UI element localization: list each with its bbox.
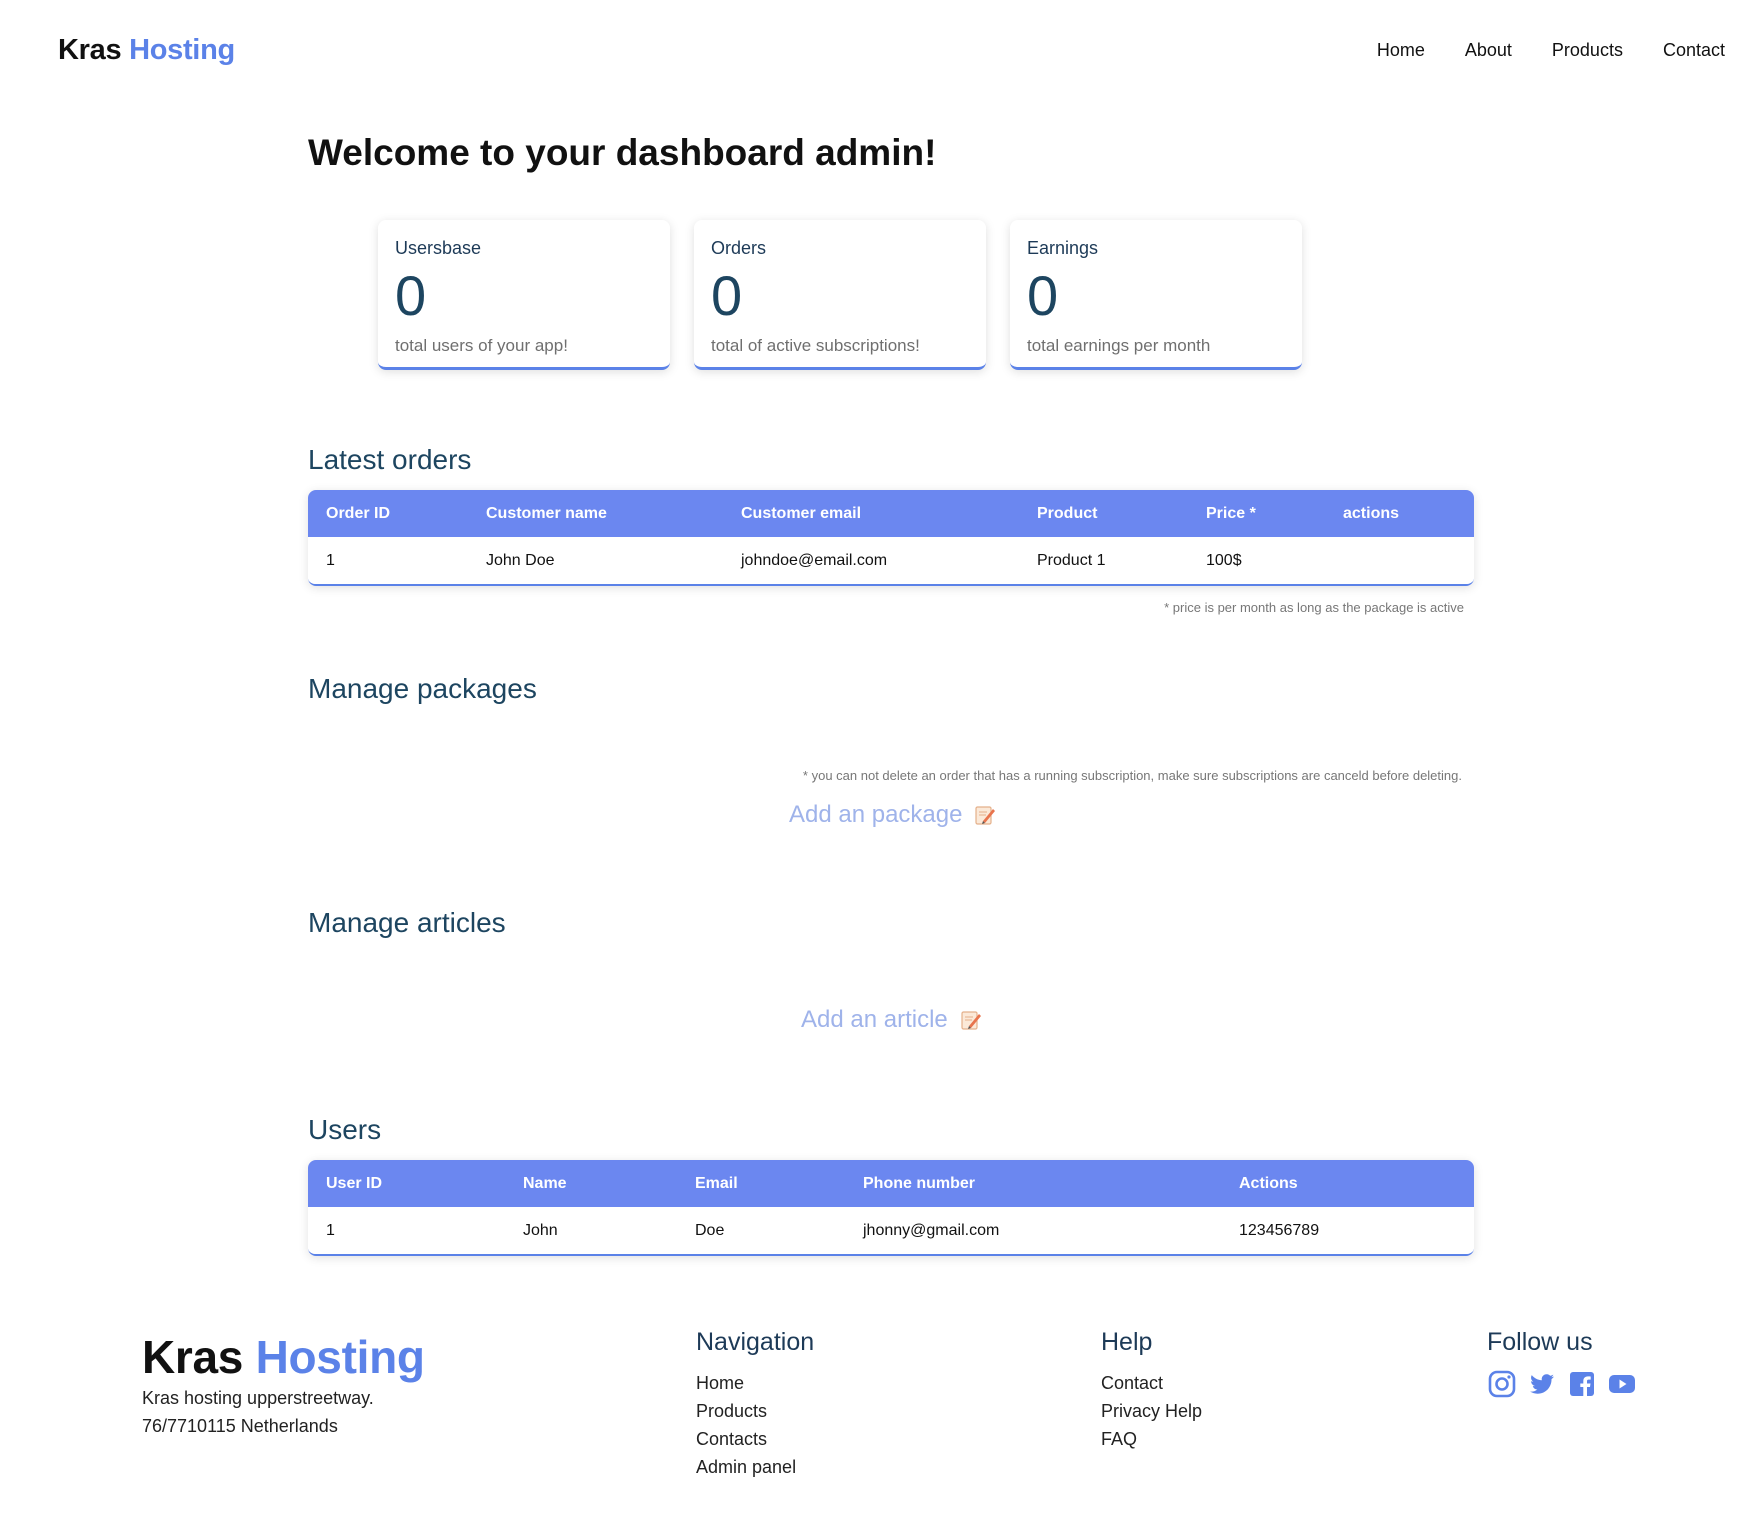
edit-icon — [975, 806, 996, 825]
add-article-label: Add an article — [801, 1006, 948, 1033]
column-header: actions — [1343, 505, 1400, 522]
social-icons — [1487, 1369, 1637, 1399]
column-header: Customer email — [741, 505, 862, 522]
stat-description: total of active subscriptions! — [711, 336, 920, 355]
customer-name-cell: John Doe — [486, 552, 555, 569]
user-actions-cell: 123456789 — [1239, 1222, 1320, 1239]
stat-value: 0 — [395, 264, 427, 327]
manage-articles-heading: Manage articles — [308, 907, 506, 938]
stat-value: 0 — [1027, 264, 1059, 327]
latest-orders-heading: Latest orders — [308, 444, 472, 475]
user-email-cell: Doe — [695, 1222, 725, 1239]
delete-warning-note: * you can not delete an order that has a… — [802, 768, 1462, 783]
column-header: Customer name — [486, 505, 607, 522]
footer-link-products[interactable]: Products — [696, 1397, 814, 1425]
site-header: Kras Hosting Home About Products Contact — [0, 0, 1755, 110]
customer-email-cell: johndoe@email.com — [741, 552, 888, 569]
stat-card-orders: Orders 0 total of active subscriptions! — [694, 220, 986, 370]
footer-follow-title: Follow us — [1487, 1328, 1593, 1356]
column-header: User ID — [326, 1175, 383, 1192]
add-package-link[interactable]: Add an package — [789, 801, 996, 829]
stat-label: Orders — [711, 238, 767, 258]
users-table-header: User ID Name Email Phone number Actions — [308, 1160, 1474, 1207]
instagram-icon[interactable] — [1487, 1369, 1517, 1399]
footer-link-home[interactable]: Home — [696, 1369, 814, 1397]
footer-navigation-title: Navigation — [696, 1328, 815, 1356]
column-header: Price * — [1206, 505, 1256, 522]
facebook-icon[interactable] — [1567, 1369, 1597, 1399]
nav-products[interactable]: Products — [1552, 40, 1623, 61]
footer-link-faq[interactable]: FAQ — [1101, 1425, 1202, 1453]
edit-icon — [961, 1011, 981, 1030]
stat-label: Earnings — [1027, 238, 1099, 258]
brand-accent: Hosting — [255, 1331, 425, 1383]
user-id-cell: 1 — [326, 1222, 335, 1239]
nav-contact[interactable]: Contact — [1663, 40, 1725, 61]
add-article-link[interactable]: Add an article — [801, 1006, 982, 1034]
brand-accent: Hosting — [129, 34, 235, 66]
footer-link-admin-panel[interactable]: Admin panel — [696, 1453, 814, 1481]
footer-navigation: Navigation Home Products Contacts Admin … — [696, 1328, 814, 1481]
user-name-cell: John — [523, 1222, 558, 1239]
footer-link-contacts[interactable]: Contacts — [696, 1425, 814, 1453]
price-note: * price is per month as long as the pack… — [1164, 600, 1464, 615]
stat-card-earnings: Earnings 0 total earnings per month — [1010, 220, 1302, 370]
footer-follow: Follow us — [1487, 1328, 1637, 1399]
nav-about[interactable]: About — [1465, 40, 1512, 61]
twitter-icon[interactable] — [1527, 1369, 1557, 1399]
column-header: Actions — [1239, 1175, 1298, 1192]
brand-primary: Kras — [142, 1331, 244, 1383]
orders-table-header: Order ID Customer name Customer email Pr… — [308, 490, 1474, 537]
users-table: User ID Name Email Phone number Actions … — [308, 1160, 1474, 1256]
manage-packages-heading: Manage packages — [308, 673, 537, 704]
top-navigation: Home About Products Contact — [1377, 40, 1725, 61]
user-phone-cell: jhonny@gmail.com — [863, 1222, 1000, 1239]
footer-help-title: Help — [1101, 1328, 1153, 1356]
brand-logo[interactable]: Kras Hosting — [58, 34, 235, 67]
footer-help: Help Contact Privacy Help FAQ — [1101, 1328, 1202, 1453]
stat-description: total earnings per month — [1027, 336, 1211, 355]
stat-label: Usersbase — [395, 238, 482, 258]
site-footer: Kras Hosting Kras hosting upperstreetway… — [0, 1310, 1755, 1531]
footer-link-contact[interactable]: Contact — [1101, 1369, 1202, 1397]
add-package-label: Add an package — [789, 801, 963, 828]
nav-home[interactable]: Home — [1377, 40, 1425, 61]
order-id-cell: 1 — [326, 552, 335, 569]
column-header: Email — [695, 1175, 738, 1192]
stat-value: 0 — [711, 264, 743, 327]
price-cell: 100$ — [1206, 552, 1242, 569]
column-header: Phone number — [863, 1175, 976, 1192]
footer-link-privacy-help[interactable]: Privacy Help — [1101, 1397, 1202, 1425]
stat-description: total users of your app! — [395, 336, 568, 355]
product-cell: Product 1 — [1037, 552, 1106, 569]
brand-primary: Kras — [58, 34, 122, 66]
address-line: 76/7710115 Netherlands — [142, 1416, 338, 1436]
stats-cards: Usersbase 0 total users of your app! Ord… — [378, 220, 1302, 370]
column-header: Name — [523, 1175, 567, 1192]
column-header: Order ID — [326, 505, 391, 522]
stat-card-users: Usersbase 0 total users of your app! — [378, 220, 670, 370]
table-row: 1 John Doe jhonny@gmail.com 123456789 — [308, 1207, 1474, 1254]
footer-address: Kras hosting upperstreetway. 76/7710115 … — [142, 1384, 374, 1440]
column-header: Product — [1037, 505, 1098, 522]
youtube-icon[interactable] — [1607, 1369, 1637, 1399]
users-heading: Users — [308, 1114, 382, 1145]
address-line: Kras hosting upperstreetway. — [142, 1388, 374, 1408]
orders-table: Order ID Customer name Customer email Pr… — [308, 490, 1474, 586]
footer-brand-logo[interactable]: Kras Hosting — [142, 1330, 425, 1384]
page-title: Welcome to your dashboard admin! — [308, 132, 937, 173]
table-row: 1 John Doe johndoe@email.com Product 1 1… — [308, 537, 1474, 584]
